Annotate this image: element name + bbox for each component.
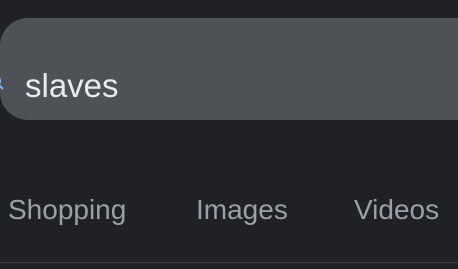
search-tabs: Shopping Images Videos [0, 188, 458, 232]
search-results-page: Shopping Images Videos [0, 0, 458, 269]
search-icon[interactable] [0, 74, 4, 90]
tab-shopping[interactable]: Shopping [8, 188, 126, 232]
tab-images[interactable]: Images [196, 188, 288, 232]
tabs-divider [0, 262, 458, 263]
tab-videos[interactable]: Videos [354, 188, 439, 232]
search-bar[interactable] [0, 18, 458, 120]
search-input[interactable] [25, 64, 445, 108]
